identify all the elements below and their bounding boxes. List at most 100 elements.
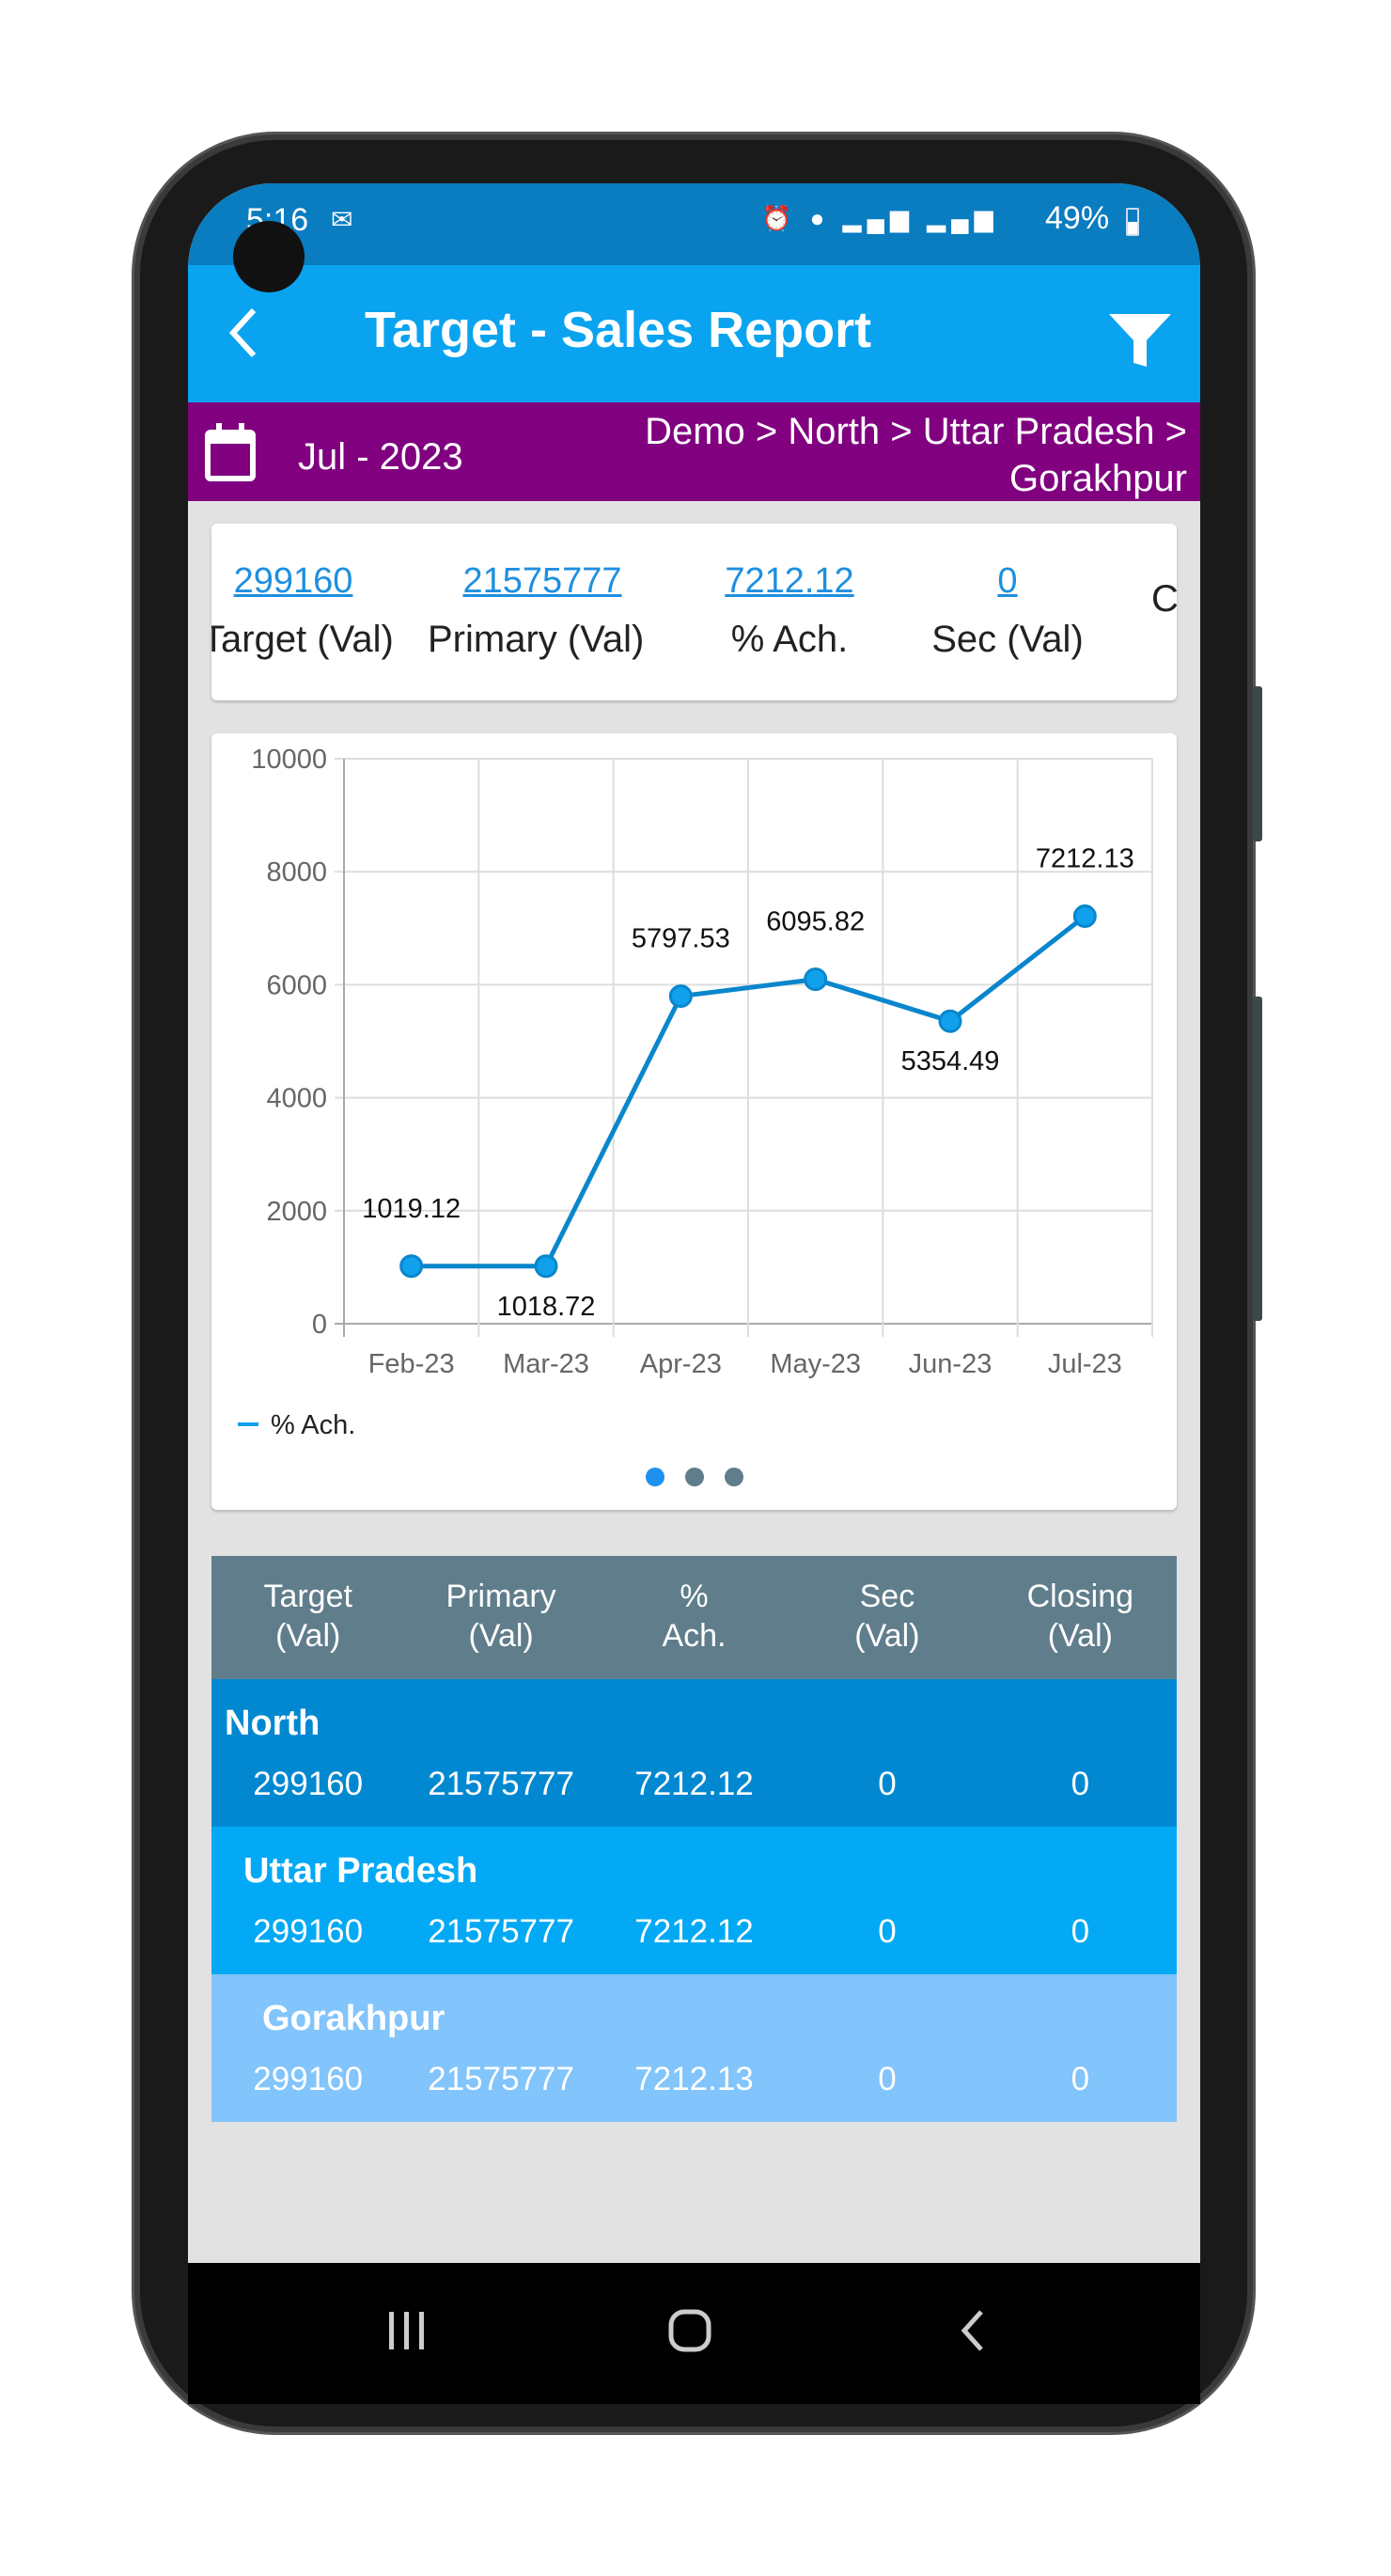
- outlook-icon: ✉: [331, 205, 353, 234]
- column-header-line: (Val): [1047, 1618, 1113, 1654]
- column-header-line: Target: [263, 1579, 352, 1614]
- x-tick-label: Mar-23: [503, 1349, 589, 1379]
- column-header-line: Sec: [859, 1579, 915, 1614]
- summary-sec-value[interactable]: 0: [918, 561, 1097, 602]
- data-point: [668, 984, 693, 1009]
- y-tick-label: 6000: [266, 970, 327, 1000]
- table-cell: 0: [878, 1766, 897, 1802]
- data-label: 5354.49: [901, 1046, 1000, 1076]
- table-cell: 7212.12: [634, 1766, 754, 1802]
- data-point: [938, 1009, 962, 1033]
- status-bar: 5:16 ✉ ⏰ ● ▂▄▆ ▂▄▆ 49%: [188, 183, 1200, 265]
- pager-dot[interactable]: [646, 1468, 664, 1486]
- battery-percent: 49%: [1045, 200, 1110, 236]
- table-cell: 299160: [253, 1913, 364, 1950]
- table-cell: 299160: [253, 2061, 364, 2097]
- x-tick-label: Jun-23: [909, 1349, 992, 1379]
- filter-icon[interactable]: [1109, 314, 1171, 367]
- table-cell: 0: [1071, 1913, 1090, 1950]
- pager-dot[interactable]: [725, 1468, 743, 1486]
- recent-apps-icon[interactable]: [385, 2310, 429, 2351]
- table-cell: 21575777: [428, 2061, 574, 2097]
- signal-icons: ⏰ ● ▂▄▆ ▂▄▆: [761, 204, 999, 232]
- column-header-line: Closing: [1026, 1579, 1134, 1614]
- back-icon[interactable]: [959, 2308, 987, 2353]
- table-cell: 0: [878, 1913, 897, 1950]
- row-name: Gorakhpur: [262, 1999, 445, 2038]
- summary-target-value[interactable]: 299160: [232, 561, 354, 602]
- context-bar: Jul - 2023 Demo > North > Uttar Pradesh …: [188, 402, 1200, 501]
- y-tick-label: 2000: [266, 1197, 327, 1227]
- summary-card: 299160 Target (Val) 21575777 Primary (Val)…: [211, 524, 1177, 700]
- chart-card: 0 2000 4000 6000 8000 10000 Feb-23 Mar-23 Apr-23…: [211, 733, 1177, 1510]
- column-header[interactable]: Closing (Val): [984, 1556, 1177, 1679]
- column-header-line: (Val): [275, 1618, 341, 1654]
- row-name: Uttar Pradesh: [243, 1851, 478, 1891]
- y-tick-label: 0: [312, 1310, 327, 1340]
- camera-cutout: [233, 221, 305, 292]
- column-header-line: Ach.: [662, 1618, 727, 1654]
- table-cell: 0: [1071, 1766, 1090, 1802]
- column-header[interactable]: Sec (Val): [790, 1556, 983, 1679]
- column-header-line: (Val): [468, 1618, 534, 1654]
- table-cell: 299160: [253, 1766, 364, 1802]
- column-header[interactable]: % Ach.: [598, 1556, 790, 1679]
- line-chart: 0 2000 4000 6000 8000 10000 Feb-23 Mar-23 Apr-23…: [238, 745, 1153, 1486]
- table-cell: 7212.13: [634, 2061, 754, 2097]
- battery-icon: [1126, 208, 1139, 236]
- screen: 5:16 ✉ ⏰ ● ▂▄▆ ▂▄▆ 49% Target - Sales Re…: [188, 183, 1200, 2404]
- legend-label: % Ach.: [271, 1410, 355, 1440]
- table-row[interactable]: Gorakhpur 299160 21575777 7212.13 0 0: [211, 1974, 1177, 2122]
- breadcrumb-current: Gorakhpur: [1009, 458, 1187, 499]
- data-point: [534, 1254, 558, 1279]
- y-tick-label: 10000: [251, 745, 327, 775]
- table-header: Target (Val) Primary (Val)% Ach. Sec (Val) Clos…: [211, 1556, 1177, 1679]
- column-header-line: Primary: [445, 1579, 556, 1614]
- data-point: [399, 1254, 424, 1279]
- period-selector[interactable]: Jul - 2023: [298, 436, 463, 479]
- volume-button: [1253, 686, 1262, 841]
- table-cell: 21575777: [428, 1766, 574, 1802]
- table-cell: 21575777: [428, 1913, 574, 1950]
- pager-dot[interactable]: [685, 1468, 704, 1486]
- data-label: 1019.12: [362, 1194, 461, 1224]
- y-tick-label: 4000: [266, 1084, 327, 1114]
- calendar-icon[interactable]: [205, 423, 256, 481]
- navigation-bar: [188, 2263, 1200, 2404]
- x-tick-label: Jul-23: [1048, 1349, 1122, 1379]
- summary-primary-value[interactable]: 21575777: [458, 561, 627, 602]
- table-row[interactable]: North 299160 21575777 7212.12 0 0: [211, 1679, 1177, 1827]
- breadcrumb: Demo > North > Uttar Pradesh >: [645, 411, 1187, 452]
- x-tick-label: Apr-23: [640, 1349, 722, 1379]
- summary-sec-label: Sec (Val): [931, 619, 1084, 660]
- table-cell: 7212.12: [634, 1913, 754, 1950]
- data-label: 7212.13: [1036, 844, 1134, 874]
- app-bar: Target - Sales Report: [188, 265, 1200, 402]
- summary-ach-value[interactable]: 7212.12: [719, 561, 860, 602]
- table-row[interactable]: Uttar Pradesh 299160 21575777 7212.12 0 0: [211, 1827, 1177, 1974]
- x-tick-label: Feb-23: [368, 1349, 455, 1379]
- column-header-line: %: [680, 1579, 709, 1614]
- data-label: 5797.53: [632, 924, 730, 954]
- data-point: [804, 967, 828, 992]
- y-tick-label: 8000: [266, 857, 327, 887]
- table-cell: 0: [878, 2061, 897, 2097]
- x-tick-label: May-23: [770, 1349, 861, 1379]
- column-header[interactable]: Target (Val): [211, 1556, 404, 1679]
- summary-closing-label: C: [1151, 578, 1177, 620]
- summary-ach-label: % Ach.: [730, 619, 849, 660]
- summary-primary-label: Primary (Val): [428, 619, 645, 660]
- power-button: [1253, 997, 1262, 1321]
- data-label: 6095.82: [766, 907, 865, 937]
- table-cell: 0: [1071, 2061, 1090, 2097]
- column-header-line: (Val): [854, 1618, 920, 1654]
- page-title: Target - Sales Report: [365, 302, 872, 358]
- column-header[interactable]: Primary (Val): [404, 1556, 597, 1679]
- report-table: Target (Val) Primary (Val)% Ach. Sec (Val) Clos…: [211, 1556, 1177, 2122]
- chevron-left-icon[interactable]: [224, 305, 261, 361]
- data-point: [1072, 904, 1097, 929]
- home-icon[interactable]: [667, 2308, 712, 2353]
- summary-target-label: Target (Val): [211, 619, 394, 660]
- row-name: North: [225, 1704, 320, 1743]
- data-label: 1018.72: [497, 1292, 596, 1322]
